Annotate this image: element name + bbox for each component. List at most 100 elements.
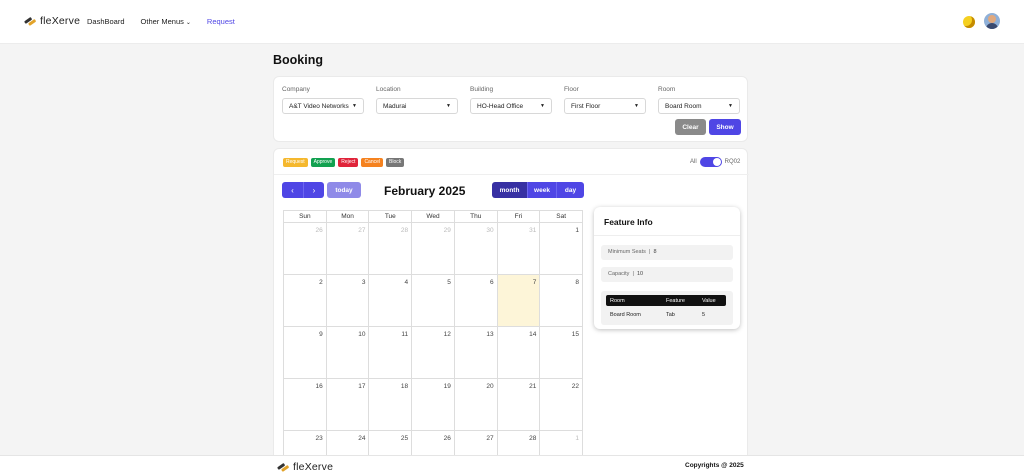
footer: fleXerve Copyrights @ 2025 [0,455,1024,474]
booking-filter-card: Company A&T Video Networks ▼ Location Mad… [273,76,748,142]
day-cell[interactable]: 19 [412,379,455,431]
nav-item-other-menus[interactable]: Other Menus ⌄ [141,17,191,26]
status-legend: Request Approve Reject Cancel Block [283,158,405,167]
floor-filter: Floor First Floor ▼ [564,86,646,114]
company-select[interactable]: A&T Video Networks ▼ [282,98,364,114]
min-seats-value: 8 [653,249,657,255]
day-cell[interactable]: 16 [284,379,327,431]
day-cell[interactable]: 22 [540,379,584,431]
main-nav: DashBoard Other Menus ⌄ Request [87,17,235,26]
logo-text: fleXerve [40,15,81,27]
view-month-button[interactable]: month [492,182,527,198]
location-filter: Location Madurai ▼ [376,86,458,114]
weekday-sat: Sat [540,211,584,223]
page-title: Booking [273,53,323,67]
grid-body: 26 27 28 29 30 31 1 2 3 4 5 6 7 8 9 10 11 12 13 14 15 16 17 18 1… [284,223,584,474]
company-filter: Company A&T Video Networks ▼ [282,86,364,114]
flexerve-logo-icon [24,16,36,26]
top-navbar: fleXerve DashBoard Other Menus ⌄ Request [0,0,1024,44]
day-cell[interactable]: 18 [369,379,413,431]
user-avatar[interactable] [984,13,1000,29]
day-cell[interactable]: 2 [284,275,327,327]
day-cell[interactable]: 17 [326,379,370,431]
building-filter: Building HO-Head Office ▼ [470,86,552,114]
location-value: Madurai [383,102,407,110]
day-cell[interactable]: 3 [326,275,370,327]
weekday-thu: Thu [454,211,498,223]
app-logo[interactable]: fleXerve [24,15,80,27]
capacity-label: Capacity [608,271,630,277]
room-value: Board Room [665,102,702,110]
toggle-left-label: All [690,159,697,165]
toggle-switch[interactable] [699,157,722,167]
day-cell[interactable]: 26 [284,223,327,275]
weekday-sun: Sun [284,211,327,223]
footer-logo-text: fleXerve [293,461,334,473]
weekday-wed: Wed [412,211,455,223]
col-room: Room [610,298,625,304]
nav-item-request[interactable]: Request [207,17,235,26]
weekday-header: Sun Mon Tue Wed Thu Fri Sat [284,211,584,223]
week-row: 2345678 [284,275,584,327]
building-select[interactable]: HO-Head Office ▼ [470,98,552,114]
day-cell[interactable]: 10 [326,327,370,379]
day-cell[interactable]: 9 [284,327,327,379]
theme-toggle-icon[interactable] [963,16,975,28]
caret-down-icon: ▼ [634,103,639,109]
feature-table-header: Room Feature Value [606,295,726,306]
day-cell-today[interactable]: 7 [497,275,541,327]
day-cell[interactable]: 21 [497,379,541,431]
day-cell[interactable]: 14 [497,327,541,379]
building-value: HO-Head Office [477,102,524,110]
min-seats-row: Minimum Seats | 8 [601,245,733,260]
caret-down-icon: ▼ [352,103,357,109]
day-cell[interactable]: 30 [454,223,498,275]
day-cell[interactable]: 6 [454,275,498,327]
clear-button[interactable]: Clear [675,119,706,135]
day-cell[interactable]: 29 [412,223,455,275]
day-cell[interactable]: 11 [369,327,413,379]
cell-feature: Tab [666,312,675,318]
today-button[interactable]: today [327,182,361,198]
day-cell[interactable]: 27 [326,223,370,275]
week-row: 9 10 11 12 13 14 15 [284,327,584,379]
view-day-button[interactable]: day [556,182,584,198]
col-value: Value [702,298,716,304]
next-month-button[interactable]: › [303,182,324,198]
calendar-nav: ‹ › [282,182,324,198]
day-cell[interactable]: 5 [412,275,455,327]
day-cell[interactable]: 20 [454,379,498,431]
capacity-row: Capacity | 10 [601,267,733,282]
cell-value: 5 [702,312,706,318]
day-cell[interactable]: 13 [454,327,498,379]
location-label: Location [376,86,401,93]
divider [274,174,749,175]
day-cell[interactable]: 8 [540,275,584,327]
flexerve-logo-icon [277,462,289,472]
feature-info-panel: Feature Info Minimum Seats | 8 Capacity … [594,207,740,329]
table-row: Board Room Tab 5 [606,309,726,320]
day-cell[interactable]: 12 [412,327,455,379]
legend-reject: Reject [338,158,359,167]
show-button[interactable]: Show [709,119,741,135]
day-cell[interactable]: 4 [369,275,413,327]
day-cell[interactable]: 31 [497,223,541,275]
day-cell[interactable]: 1 [540,223,584,275]
cell-room: Board Room [610,312,641,318]
feature-info-title: Feature Info [604,217,653,227]
view-week-button[interactable]: week [527,182,556,198]
chevron-down-icon: ⌄ [185,20,191,26]
day-cell[interactable]: 28 [369,223,413,275]
floor-select[interactable]: First Floor ▼ [564,98,646,114]
location-select[interactable]: Madurai ▼ [376,98,458,114]
day-cell[interactable]: 15 [540,327,584,379]
month-title: February 2025 [384,184,466,198]
month-grid: Sun Mon Tue Wed Thu Fri Sat 26 27 28 29 30 31… [283,210,584,474]
prev-month-button[interactable]: ‹ [282,182,303,198]
room-select[interactable]: Board Room ▼ [658,98,740,114]
weekday-tue: Tue [369,211,413,223]
nav-item-dashboard[interactable]: DashBoard [87,17,125,26]
week-row: 16 17 18 19 20 21 22 [284,379,584,431]
view-switcher: month week day [492,182,584,198]
legend-cancel: Cancel [361,158,384,167]
